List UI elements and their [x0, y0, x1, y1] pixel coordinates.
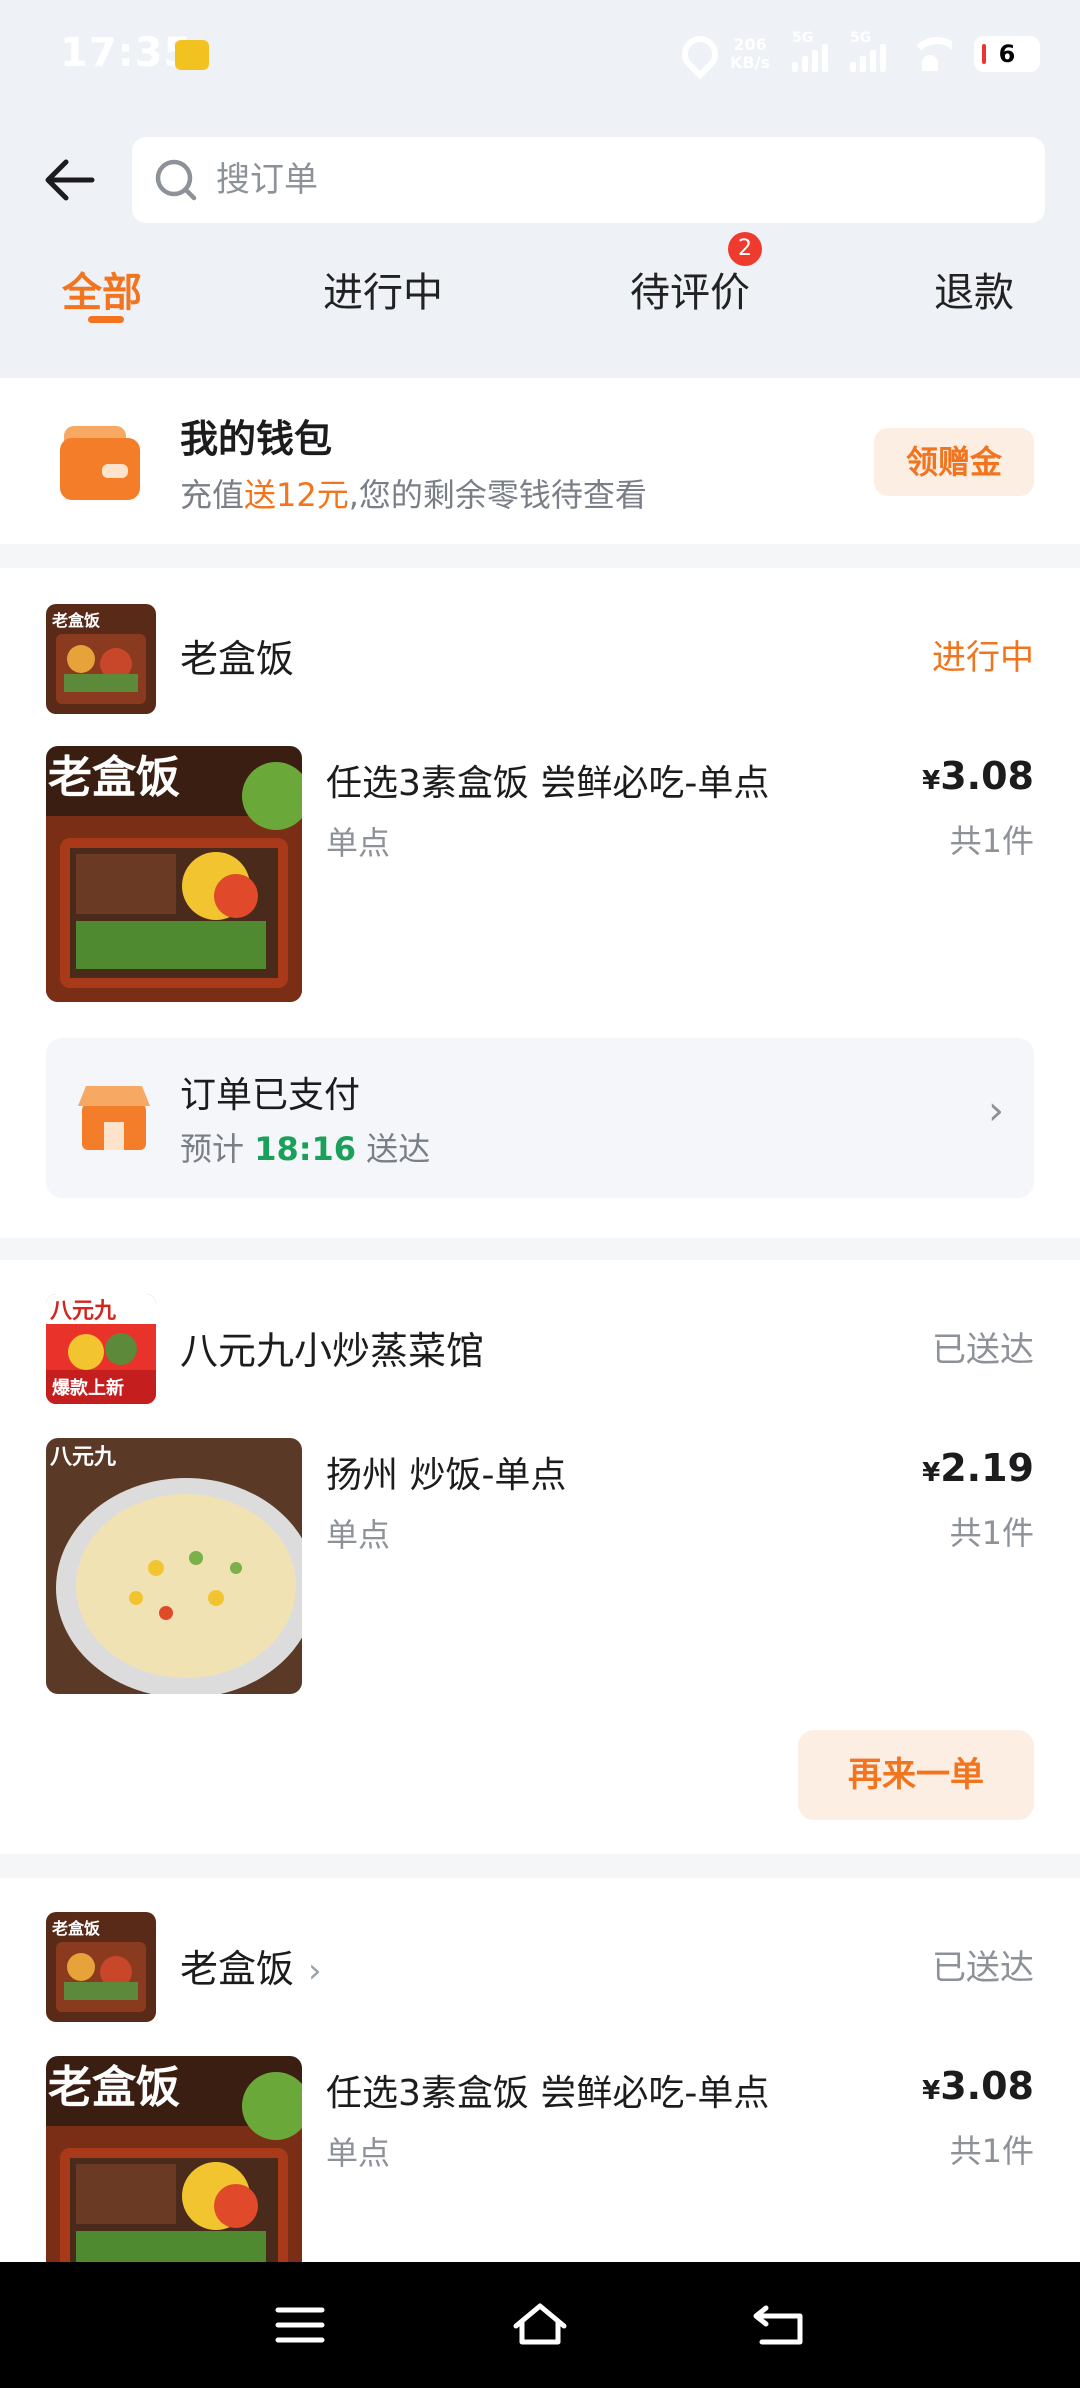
order-status: 进行中 [932, 638, 1034, 678]
price-value: 2.19 [940, 1446, 1034, 1490]
store-name[interactable]: 八元九小炒蒸菜馆 [180, 1320, 484, 1375]
battery-level: 6 [998, 40, 1016, 68]
status-time: 17:35 [60, 30, 193, 76]
dish-image: 老盒饭 [46, 2056, 302, 2262]
dish-image-text: 八元九 [50, 1445, 116, 1470]
signal-type-label-2: 5G [850, 30, 872, 46]
delivery-title: 订单已支付 [180, 1075, 361, 1116]
item-quantity: 共1件 [949, 822, 1034, 860]
item-price: ¥3.08 [922, 754, 1034, 798]
item-quantity: 共1件 [949, 1514, 1034, 1552]
eta-time: 18:16 [254, 1130, 357, 1168]
currency-symbol: ¥ [922, 1458, 941, 1488]
search-icon [155, 159, 197, 201]
store-name[interactable]: 老盒饭 [180, 628, 294, 683]
item-spec: 单点 [326, 2134, 391, 2172]
wallet-icon [60, 426, 140, 500]
store-logo: 八元九 爆款上新 [46, 1294, 156, 1404]
system-back-button[interactable] [750, 2298, 810, 2352]
store-logo-text: 八元九 [50, 1299, 116, 1324]
store-logo-text: 老盒饭 [51, 1919, 100, 1938]
chevron-right-icon: › [308, 1951, 322, 1991]
order-tabs: 全部 进行中 待评价 2 退款 [0, 232, 1080, 360]
order-card[interactable]: 老盒饭 老盒饭 进行中 老盒饭 任选3素盒饭 尝鲜必吃-单点 单点 ¥3.08 … [0, 568, 1080, 1238]
item-name: 扬州 炒饭-单点 [326, 1455, 567, 1496]
store-logo-text: 老盒饭 [51, 611, 100, 630]
tab-label: 待评价 [630, 270, 750, 316]
dish-image-text: 老盒饭 [48, 752, 180, 803]
dish-image: 老盒饭 [46, 746, 302, 1002]
status-bar: 17:35 206 KB/s 5G 5G 6 [0, 0, 1080, 120]
price-value: 3.08 [940, 754, 1034, 798]
wallet-sub-prefix: 充值 [180, 476, 245, 514]
item-price: ¥3.08 [922, 2064, 1034, 2108]
dish-image: 八元九 [46, 1438, 302, 1694]
review-count-badge: 2 [728, 232, 762, 266]
tab-refund[interactable]: 退款 [934, 260, 1014, 318]
chevron-right-icon: › [988, 1088, 1004, 1134]
wallet-subtitle: 充值送12元,您的剩余零钱待查看 [180, 470, 647, 516]
wallet-sub-suffix: ,您的剩余零钱待查看 [348, 476, 647, 514]
tab-to-review[interactable]: 待评价 2 [630, 232, 762, 318]
tab-label: 退款 [934, 270, 1014, 316]
dish-image-text: 老盒饭 [48, 2062, 180, 2113]
item-quantity: 共1件 [949, 2132, 1034, 2170]
tab-label: 全部 [62, 270, 142, 316]
store-name-link[interactable]: 老盒饭 › [180, 1938, 322, 1993]
search-input[interactable] [216, 137, 1016, 223]
order-card[interactable]: 老盒饭 老盒饭 › 已送达 老盒饭 任选3素盒饭 尝鲜必吃-单点 单点 ¥3.08… [0, 1878, 1080, 2262]
active-tab-indicator [88, 316, 124, 323]
order-status: 已送达 [932, 1948, 1034, 1988]
network-speed: 206 KB/s [730, 35, 770, 72]
order-card[interactable]: 八元九 爆款上新 八元九小炒蒸菜馆 已送达 八元九 扬州 炒饭-单点 单点 ¥2… [0, 1260, 1080, 1854]
wallet-banner[interactable]: 我的钱包 充值送12元,您的剩余零钱待查看 领赠金 [0, 378, 1080, 544]
delivery-status-panel[interactable]: 订单已支付 预计 18:16 送达 › [46, 1038, 1034, 1198]
store-name: 老盒饭 [180, 1947, 295, 1991]
menu-button[interactable] [270, 2298, 330, 2352]
item-name: 任选3素盒饭 尝鲜必吃-单点 [326, 763, 770, 804]
tab-in-progress[interactable]: 进行中 [323, 260, 443, 318]
currency-symbol: ¥ [922, 766, 941, 796]
reorder-button[interactable]: 再来一单 [798, 1730, 1034, 1820]
search-bar[interactable] [132, 137, 1045, 223]
store-logo: 老盒饭 [46, 1912, 156, 2022]
eta-prefix: 预计 [180, 1130, 255, 1168]
item-spec: 单点 [326, 1516, 391, 1554]
header: 全部 进行中 待评价 2 退款 [0, 120, 1080, 378]
item-price: ¥2.19 [922, 1446, 1034, 1490]
signal-icon-2: 5G [850, 30, 886, 72]
wifi-icon [908, 37, 952, 71]
tab-label: 进行中 [323, 270, 443, 316]
menu-icon [275, 2307, 325, 2343]
app-notification-icon [175, 40, 209, 70]
tab-all[interactable]: 全部 [62, 260, 142, 323]
signal-type-label: 5G [792, 30, 814, 46]
item-spec: 单点 [326, 824, 391, 862]
store-logo-caption: 爆款上新 [52, 1377, 124, 1399]
delivery-eta: 预计 18:16 送达 [180, 1124, 430, 1170]
item-name: 任选3素盒饭 尝鲜必吃-单点 [326, 2073, 770, 2114]
wallet-bonus-highlight: 送12元 [244, 476, 349, 514]
price-value: 3.08 [940, 2064, 1034, 2108]
back-button[interactable] [40, 150, 110, 210]
wallet-title: 我的钱包 [180, 417, 333, 461]
battery-icon: 6 [974, 36, 1040, 72]
claim-bonus-button[interactable]: 领赠金 [874, 428, 1034, 496]
signal-icon: 5G [792, 30, 828, 72]
order-status: 已送达 [932, 1330, 1034, 1370]
home-button[interactable] [510, 2298, 570, 2352]
arrow-left-icon [45, 159, 95, 201]
location-icon [680, 36, 708, 72]
back-icon [753, 2305, 803, 2345]
system-nav-bar [0, 2262, 1080, 2388]
shop-icon [78, 1086, 150, 1150]
store-logo: 老盒饭 [46, 604, 156, 714]
currency-symbol: ¥ [922, 2076, 941, 2106]
eta-suffix: 送达 [356, 1130, 431, 1168]
home-icon [513, 2303, 567, 2345]
